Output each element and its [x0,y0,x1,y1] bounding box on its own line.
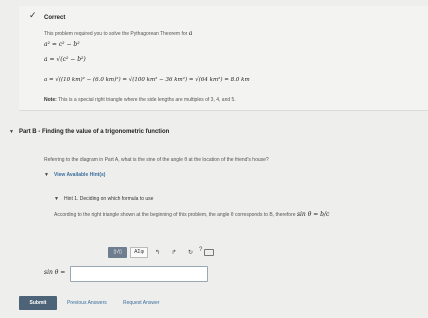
check-icon: ✓ [29,11,37,21]
answer-input[interactable] [71,267,207,281]
keyboard-icon[interactable] [204,248,214,256]
caret-down-icon: ▼ [9,129,14,135]
feedback-intro-variable: a [188,30,193,37]
caret-down-icon: ▼ [54,196,59,202]
answer-label: sin θ = [44,269,66,276]
view-hints-label: View Available Hint(s) [53,172,106,178]
part-b-title: Part B - Finding the value of a trigonom… [18,129,170,135]
equation-2: a = √(c² − b²) [44,56,86,63]
hint-1-formula: sin θ = b/c [296,211,330,218]
part-b-question: Referring to the diagram in Part A, what… [44,157,269,163]
submit-button[interactable]: Submit [19,296,57,310]
view-hints-link[interactable]: ▼ View Available Hint(s) [44,172,105,178]
part-b-header[interactable]: ▼ Part B - Finding the value of a trigono… [9,129,169,135]
reset-icon[interactable]: ↻ [184,247,198,258]
redo-icon[interactable]: ↱ [167,247,181,258]
request-answer-link[interactable]: Request Answer [123,300,159,306]
templates-button[interactable]: ▯√▯ [108,246,128,258]
feedback-intro-text: This problem required you to solve the P… [44,31,188,37]
answer-field-wrapper [70,266,208,282]
note-label: Note: [44,97,57,103]
hint-1-header[interactable]: ▼ Hint 1. Deciding on which formula to us… [54,196,153,202]
hint-1-body: According to the right triangle shown at… [54,211,329,218]
previous-answers-link[interactable]: Previous Answers [67,300,107,306]
feedback-note: Note: This is a special right triangle w… [44,97,236,103]
equation-1: a² = c² − b² [44,41,80,48]
undo-icon[interactable]: ↰ [151,247,165,258]
feedback-intro: This problem required you to solve the P… [44,30,192,37]
help-button[interactable]: ? [199,247,202,253]
feedback-status: Correct [44,15,66,21]
symbols-button[interactable]: AΣφ [130,246,148,258]
hint-1-title: Hint 1. Deciding on which formula to use [63,196,154,202]
equation-3: a = √((10 km)² − (6.0 km)²) = √(100 km² … [44,77,250,83]
caret-down-icon: ▼ [44,172,49,178]
note-text: This is a special right triangle where t… [58,97,236,103]
hint-1-text: According to the right triangle shown at… [54,212,296,218]
